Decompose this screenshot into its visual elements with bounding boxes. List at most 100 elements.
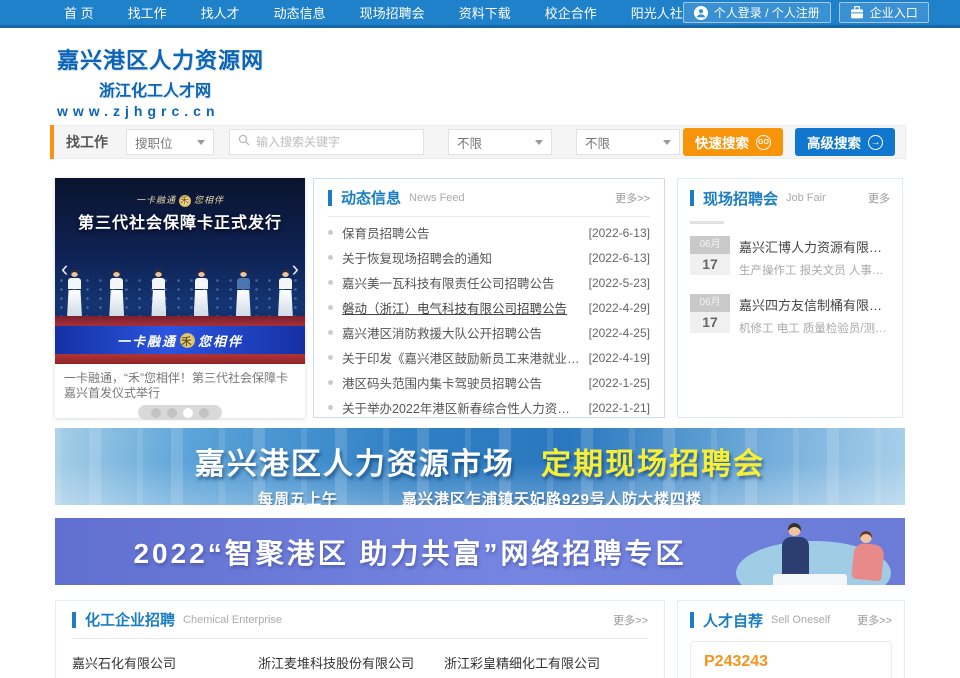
jobfair-info: 嘉兴四方友信制桶有限公司 机修工 电工 质量检验员/测试员 叉车...	[739, 294, 890, 336]
bullet-icon	[328, 280, 333, 285]
banner-address: 嘉兴港区乍浦镇天妃路929号人防大楼四楼	[402, 488, 702, 505]
online-recruitment-banner[interactable]: 2022“智聚港区 助力共富”网络招聘专区	[55, 518, 905, 585]
nav-item-sunshine-hr[interactable]: 阳光人社	[631, 3, 683, 22]
search-bar: 找工作 搜职位 不限 不限 快速搜索 GO 高级搜索 →	[50, 125, 906, 159]
jobfair-banner-details: 每周五上午 嘉兴港区乍浦镇天妃路929号人防大楼四楼	[55, 488, 905, 505]
enterprise-entry-button[interactable]: 企业入口	[839, 2, 929, 23]
banner-schedule: 每周五上午	[258, 488, 338, 505]
jobfair-positions: 机修工 电工 质量检验员/测试员 叉车...	[739, 320, 890, 336]
news-item: 关于恢复现场招聘会的通知 [2022-6-13]	[328, 245, 650, 270]
person-figure	[67, 270, 82, 318]
news-item: 关于印发《嘉兴港区鼓励新员工来港就业补助操作... [2022-4-19]	[328, 345, 650, 370]
company-link[interactable]: 嘉兴石化有限公司	[72, 653, 258, 672]
carousel-dot[interactable]	[151, 408, 161, 418]
site-logo[interactable]: 嘉兴港区人力资源网 浙江化工人才网 www.zjhgrc.cn	[0, 28, 960, 119]
search-input[interactable]	[256, 135, 415, 149]
carousel-dot-active[interactable]	[183, 408, 193, 418]
chemical-subtitle: Chemical Enterprise	[183, 614, 282, 626]
banner-illustration	[710, 518, 905, 585]
page: 首 页 找工作 找人才 动态信息 现场招聘会 资料下载 校企合作 阳光人社 个人…	[0, 0, 960, 678]
news-link[interactable]: 港区码头范围内集卡驾驶员招聘公告	[342, 373, 581, 392]
carousel-dot[interactable]	[167, 408, 177, 418]
nav-item-job-fair[interactable]: 现场招聘会	[360, 3, 425, 22]
carousel-dot[interactable]	[199, 408, 209, 418]
desk-decor	[773, 574, 847, 585]
slide-script-top: 一卡融通禾您相伴	[55, 193, 305, 207]
jobfair-banner[interactable]: 嘉兴港区人力资源市场 定期现场招聘会 每周五上午 嘉兴港区乍浦镇天妃路929号人…	[55, 428, 905, 505]
top-nav: 首 页 找工作 找人才 动态信息 现场招聘会 资料下载 校企合作 阳光人社 个人…	[0, 0, 960, 28]
chevron-down-icon	[535, 140, 543, 149]
talent-card[interactable]: P243243 男 | 嘉兴市->嘉兴港区 | 八年以上	[690, 641, 892, 678]
news-header: 动态信息 News Feed 更多>>	[328, 179, 650, 217]
bullet-icon	[328, 355, 333, 360]
site-url: www.zjhgrc.cn	[57, 103, 960, 119]
news-link[interactable]: 嘉兴港区消防救援大队公开招聘公告	[342, 323, 581, 342]
advanced-search-label: 高级搜索	[807, 132, 861, 152]
jobfair-company-link[interactable]: 嘉兴四方友信制桶有限公司	[739, 295, 890, 314]
section-bar	[690, 190, 694, 206]
city-filter-select[interactable]: 不限	[448, 129, 552, 155]
badge-day: 17	[690, 312, 730, 333]
advanced-search-button[interactable]: 高级搜索 →	[795, 128, 895, 156]
carousel-next-arrow[interactable]: ›	[292, 258, 299, 280]
nav-item-downloads[interactable]: 资料下载	[459, 3, 511, 22]
company-cell: 嘉兴石化有限公司 工艺员 设备管理 警卫（残疾工）	[72, 653, 258, 678]
carousel-prev-arrow[interactable]: ‹	[61, 258, 68, 280]
news-item: 保育员招聘公告 [2022-6-13]	[328, 220, 650, 245]
position-select[interactable]: 搜职位	[126, 129, 214, 155]
news-link[interactable]: 磐动（浙江）电气科技有限公司招聘公告	[342, 298, 581, 317]
talent-more-link[interactable]: 更多>>	[857, 612, 892, 628]
stage-floor-decor	[55, 316, 305, 326]
personal-login-button[interactable]: 个人登录 / 个人注册	[683, 2, 831, 23]
nav-item-home[interactable]: 首 页	[64, 3, 94, 22]
company-cell: 浙江麦堆科技股份有限公司 销售专员 会计 土建主管	[258, 653, 444, 678]
news-item: 磐动（浙江）电气科技有限公司招聘公告 [2022-4-29]	[328, 295, 650, 320]
bullet-icon	[328, 230, 333, 235]
person-figure	[851, 543, 885, 582]
jobfair-positions: 生产操作工 报关文员 人事行政助理...	[739, 262, 890, 278]
person-figure	[109, 270, 124, 318]
badge-month: 06月	[690, 294, 730, 312]
type-filter-value: 不限	[585, 133, 610, 152]
bullet-icon	[328, 380, 333, 385]
jobfair-info: 嘉兴汇博人力资源有限公司 生产操作工 报关文员 人事行政助理...	[739, 236, 890, 278]
position-select-value: 搜职位	[135, 133, 173, 152]
news-link[interactable]: 关于恢复现场招聘会的通知	[342, 248, 581, 267]
chevron-down-icon	[197, 140, 205, 149]
bullet-icon	[328, 305, 333, 310]
nav-item-find-talent[interactable]: 找人才	[201, 3, 240, 22]
news-link[interactable]: 保育员招聘公告	[342, 223, 581, 242]
badge-month: 06月	[690, 236, 730, 254]
quick-search-button[interactable]: 快速搜索 GO	[683, 128, 783, 156]
news-link[interactable]: 关于印发《嘉兴港区鼓励新员工来港就业补助操作...	[342, 348, 581, 367]
banner-fair-text: 定期现场招聘会	[541, 448, 765, 481]
grain-badge-icon: 禾	[179, 195, 191, 207]
jobfair-more-link[interactable]: 更多	[868, 190, 890, 206]
company-link[interactable]: 浙江彩皇精细化工有限公司	[444, 653, 648, 672]
nav-item-find-job[interactable]: 找工作	[128, 3, 167, 22]
jobfair-item: 06月 17 嘉兴四方友信制桶有限公司 机修工 电工 质量检验员/测试员 叉车.…	[690, 294, 890, 336]
news-more-link[interactable]: 更多>>	[615, 190, 650, 206]
bullet-icon	[328, 255, 333, 260]
script-left: 一卡融通	[136, 195, 176, 205]
date-badge: 06月 17	[690, 236, 730, 278]
script-right: 您相伴	[194, 195, 224, 205]
bottom-row: 化工企业招聘 Chemical Enterprise 更多>> 嘉兴石化有限公司…	[55, 600, 905, 678]
company-link[interactable]: 浙江麦堆科技股份有限公司	[258, 653, 444, 672]
carousel-slide[interactable]: 一卡融通禾您相伴 第三代社会保障卡正式发行 一卡融通禾您相伴 ‹ ›	[55, 178, 305, 364]
date-badge: 06月 17	[690, 294, 730, 336]
news-item: 关于举办2022年港区新春综合性人力资源暨春风... [2022-1-21]	[328, 395, 650, 420]
news-link[interactable]: 嘉兴美一瓦科技有限责任公司招聘公告	[342, 273, 581, 292]
carousel-caption[interactable]: 一卡融通，“禾”您相伴！第三代社会保障卡嘉兴首发仪式举行	[55, 364, 305, 404]
nav-item-school-cooperation[interactable]: 校企合作	[545, 3, 597, 22]
jobfair-panel: 现场招聘会 Job Fair 更多 06月 17 嘉兴汇博人力资源有限公司 生产…	[677, 178, 903, 418]
carousel-dots	[138, 405, 222, 420]
nav-item-news[interactable]: 动态信息	[274, 3, 326, 22]
person-figure	[860, 531, 872, 543]
person-figure	[788, 523, 801, 536]
talent-title: 人才自荐	[703, 610, 763, 631]
type-filter-select[interactable]: 不限	[576, 129, 680, 155]
chemical-more-link[interactable]: 更多>>	[613, 612, 648, 628]
jobfair-company-link[interactable]: 嘉兴汇博人力资源有限公司	[739, 237, 890, 256]
news-link[interactable]: 关于举办2022年港区新春综合性人力资源暨春风...	[342, 398, 581, 417]
